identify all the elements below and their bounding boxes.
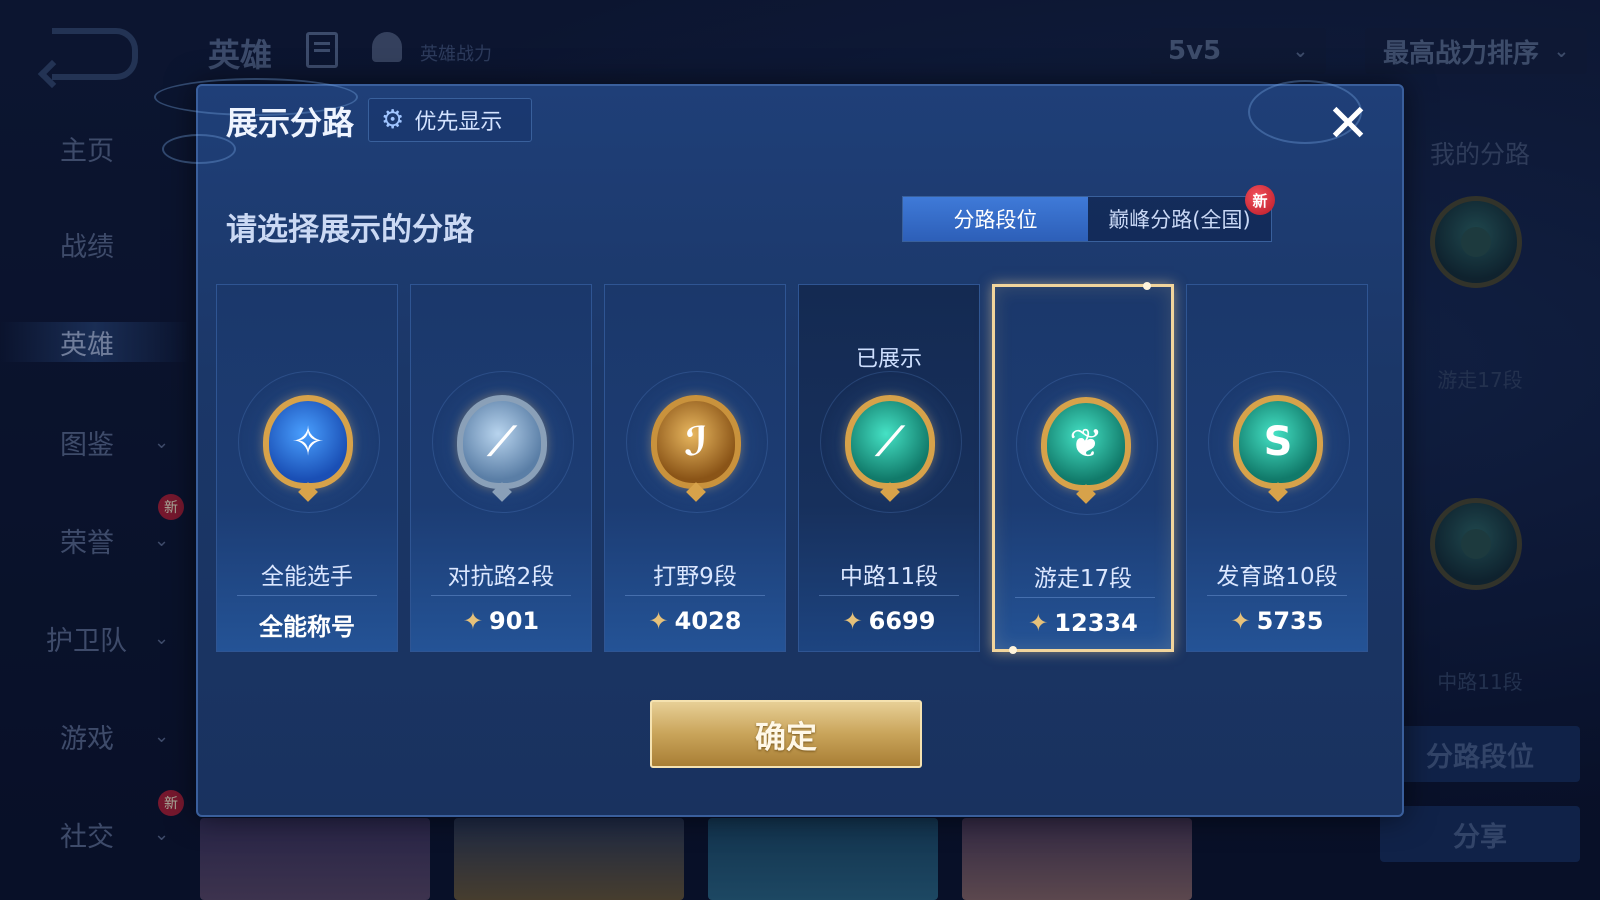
selection-sparkle — [1009, 646, 1017, 654]
farm-lane-emblem-icon: S — [1233, 395, 1323, 489]
display-lane-dialog: 展示分路 ⚙ 优先显示 ✕ 请选择展示的分路 分路段位 巅峰分路(全国) 新 ✧… — [154, 78, 1404, 817]
lane-card-clash[interactable]: ⟋ 对抗路2段 ✦ 901 — [410, 284, 592, 652]
lane-card-roam[interactable]: ❦ 游走17段 ✦ 12334 — [992, 282, 1174, 654]
lane-score: ✦ 5735 — [1187, 607, 1367, 635]
lane-name: 发育路10段 — [1216, 564, 1338, 590]
select-prompt: 请选择展示的分路 — [226, 212, 474, 248]
points-icon: ✦ — [842, 607, 863, 635]
allround-emblem-icon: ✧ — [263, 395, 353, 489]
tab-lane-rank[interactable]: 分路段位 — [903, 197, 1088, 241]
lane-card-mid[interactable]: 已展示 ⟋ 中路11段 ✦ 6699 — [798, 284, 980, 652]
lane-score: ✦ 6699 — [799, 607, 979, 635]
confirm-button[interactable]: 确定 — [650, 700, 922, 768]
points-icon: ✦ — [648, 607, 669, 635]
lane-card-allround[interactable]: ✧ 全能选手 全能称号 — [216, 284, 398, 652]
points-icon: ✦ — [462, 607, 483, 635]
lane-card-list: ✧ 全能选手 全能称号 ⟋ 对抗路2段 ✦ 901 ℐ 打野9段 ✦ 4028 … — [216, 282, 1386, 654]
lane-score: ✦ 4028 — [605, 607, 785, 635]
divider — [1015, 597, 1155, 598]
lane-card-adc[interactable]: S 发育路10段 ✦ 5735 — [1186, 284, 1368, 652]
lane-name: 游走17段 — [1033, 566, 1133, 592]
priority-display-button[interactable]: ⚙ 优先显示 — [368, 98, 532, 142]
lane-card-jungle[interactable]: ℐ 打野9段 ✦ 4028 — [604, 284, 786, 652]
shown-tag: 已展示 — [855, 347, 922, 372]
score-value: 6699 — [868, 607, 936, 635]
close-icon[interactable]: ✕ — [1320, 96, 1376, 152]
mid-lane-emblem-icon: ⟋ — [845, 395, 935, 489]
lane-score: ✦ 901 — [411, 607, 591, 635]
score-value: 12334 — [1054, 609, 1138, 637]
divider — [1207, 595, 1347, 596]
score-value: 5735 — [1256, 607, 1324, 635]
lane-name: 全能选手 — [261, 564, 353, 590]
lane-name: 中路11段 — [839, 564, 939, 590]
lane-score: ✦ 12334 — [995, 609, 1171, 637]
selection-sparkle — [1143, 282, 1151, 290]
divider — [625, 595, 765, 596]
gear-icon: ⚙ — [381, 105, 405, 135]
tab-label: 分路段位 — [953, 208, 1038, 232]
priority-display-label: 优先显示 — [414, 110, 503, 135]
score-value: 4028 — [674, 607, 742, 635]
dialog-title: 展示分路 — [226, 104, 355, 142]
new-badge: 新 — [1245, 185, 1275, 215]
roam-emblem-icon: ❦ — [1041, 397, 1131, 491]
points-icon: ✦ — [1028, 609, 1049, 637]
score-value: 全能称号 — [259, 613, 355, 641]
lane-score: 全能称号 — [217, 607, 397, 642]
jungle-emblem-icon: ℐ — [651, 395, 741, 489]
divider — [819, 595, 959, 596]
tab-label: 巅峰分路(全国) — [1108, 208, 1251, 232]
lane-name: 打野9段 — [653, 564, 737, 590]
clash-lane-emblem-icon: ⟋ — [457, 395, 547, 489]
decorative-swirl — [162, 134, 236, 164]
divider — [237, 595, 377, 596]
points-icon: ✦ — [1230, 607, 1251, 635]
lane-tabs: 分路段位 巅峰分路(全国) 新 — [902, 185, 1275, 242]
divider — [431, 595, 571, 596]
score-value: 901 — [489, 607, 540, 635]
lane-name: 对抗路2段 — [447, 564, 555, 590]
tab-peak-lane[interactable]: 巅峰分路(全国) 新 — [1088, 185, 1275, 241]
